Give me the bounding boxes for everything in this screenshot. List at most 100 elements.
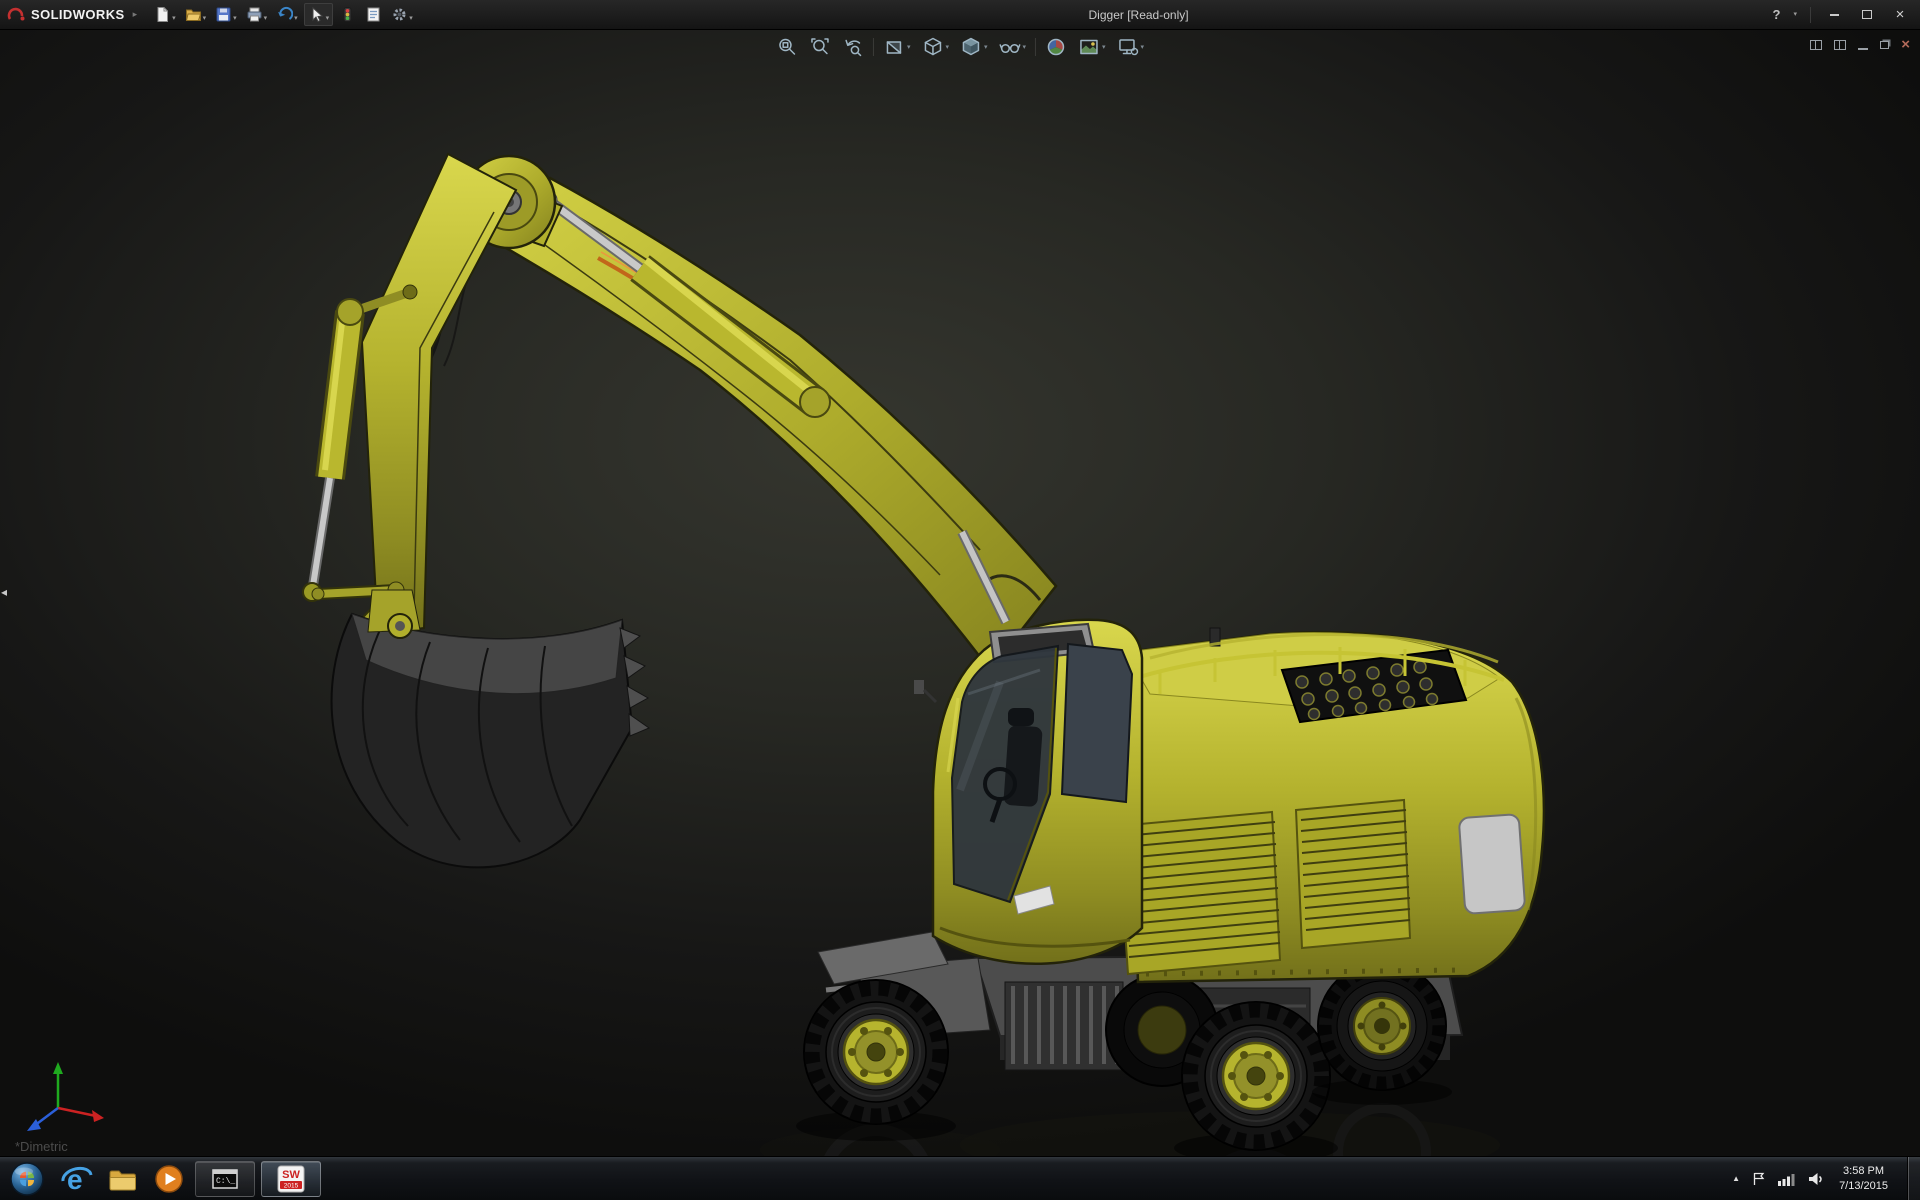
zoom-to-fit-icon: [779, 38, 796, 55]
taskbar-item-internet-explorer[interactable]: e: [54, 1157, 100, 1200]
taskbar: e C:\_ SW 2015 ▲ 3:58 PM 7/13/2015: [0, 1156, 1920, 1200]
wheel-rear-right[interactable]: [1312, 961, 1452, 1105]
select-button[interactable]: ▾: [303, 3, 334, 26]
taskbar-item-file-explorer[interactable]: [100, 1157, 146, 1200]
dropdown-arrow[interactable]: ▾: [907, 43, 911, 51]
toolbar-separator: [1035, 38, 1037, 56]
headsup-view-toolbar: ▾ ▾ ▾ ▾ ▾ ▾: [774, 35, 1146, 59]
maximize-button[interactable]: [1857, 6, 1877, 24]
network-icon[interactable]: [1777, 1171, 1796, 1187]
rebuild-button[interactable]: [336, 4, 359, 25]
view-orientation-button[interactable]: ▾: [919, 35, 951, 59]
taskbar-button-command-prompt[interactable]: C:\_: [195, 1160, 255, 1197]
save-icon: [216, 7, 231, 22]
divider: [1810, 6, 1811, 23]
tray-expand-button[interactable]: ▲: [1732, 1174, 1740, 1183]
dropdown-arrow[interactable]: ▾: [1023, 43, 1027, 51]
print-icon: [247, 7, 262, 22]
dropdown-arrow[interactable]: ▾: [409, 14, 413, 23]
view-settings-button[interactable]: ▾: [1115, 35, 1147, 59]
dropdown-arrow[interactable]: ▾: [294, 14, 298, 23]
apply-scene-button[interactable]: ▾: [1076, 35, 1108, 59]
cab[interactable]: [914, 618, 1144, 966]
clock-date: 7/13/2015: [1839, 1179, 1888, 1192]
section-view-icon: [886, 41, 902, 54]
dipper-arm[interactable]: [360, 152, 518, 636]
new-document-icon: [157, 7, 169, 22]
taskbar-item-media-player[interactable]: [146, 1157, 192, 1200]
dropdown-arrow[interactable]: ▾: [1102, 43, 1106, 51]
doc-close-button[interactable]: ×: [1901, 37, 1910, 52]
print-button[interactable]: ▾: [243, 4, 271, 25]
bucket[interactable]: [330, 589, 651, 869]
solidworks-logo: SOLIDWORKS ▸: [6, 6, 137, 24]
svg-text:SW: SW: [282, 1169, 300, 1181]
edit-appearance-icon: [1047, 38, 1065, 56]
dropdown-arrow[interactable]: ▾: [203, 14, 207, 23]
zoom-to-fit-button[interactable]: [774, 35, 800, 59]
doc-minimize-button[interactable]: [1858, 47, 1869, 50]
engine-housing[interactable]: [1116, 627, 1546, 984]
counterweight-panel[interactable]: [1458, 813, 1526, 915]
display-style-icon: [962, 37, 980, 56]
help-button[interactable]: ?: [1773, 7, 1781, 22]
dropdown-arrow[interactable]: ▾: [172, 14, 176, 23]
new-document-button[interactable]: ▾: [151, 4, 179, 25]
svg-text:C:\_: C:\_: [216, 1177, 235, 1186]
options-gear-icon: [393, 8, 406, 21]
system-tray: ▲ 3:58 PM 7/13/2015: [1732, 1156, 1920, 1200]
dropdown-arrow[interactable]: ▾: [233, 14, 237, 23]
brand-name: SOLIDWORKS: [31, 7, 125, 22]
view-orientation-cube-icon: [924, 37, 941, 56]
dropdown-arrow[interactable]: ▾: [984, 43, 988, 51]
command-prompt-icon: C:\_: [212, 1168, 238, 1189]
hide-show-items-button[interactable]: ▾: [997, 35, 1029, 59]
options-button[interactable]: ▾: [388, 4, 416, 25]
apply-scene-icon: [1080, 39, 1098, 55]
media-player-icon: [155, 1164, 183, 1193]
close-button[interactable]: ×: [1890, 6, 1910, 24]
help-dropdown-arrow[interactable]: ▾: [1793, 10, 1797, 19]
show-desktop-button[interactable]: [1907, 1156, 1920, 1200]
zoom-to-area-icon: [811, 38, 829, 55]
excavator-model[interactable]: [0, 30, 1920, 1156]
3ds-logo-icon: [7, 7, 25, 20]
display-style-button[interactable]: ▾: [958, 35, 990, 59]
volume-icon[interactable]: [1807, 1171, 1824, 1187]
dropdown-arrow[interactable]: ▾: [945, 43, 949, 51]
undo-button[interactable]: ▾: [273, 4, 301, 25]
start-button[interactable]: [0, 1157, 54, 1200]
split-pane-icon[interactable]: [1834, 39, 1847, 50]
side-window: [1060, 642, 1134, 804]
window-title: Digger [Read-only]: [1088, 7, 1189, 22]
section-view-button[interactable]: ▾: [881, 35, 913, 59]
brand-arrow[interactable]: ▸: [133, 9, 138, 20]
previous-view-icon: [845, 39, 862, 57]
doc-restore-button[interactable]: [1880, 40, 1890, 49]
save-button[interactable]: ▾: [212, 4, 240, 25]
close-icon: ×: [1895, 6, 1905, 23]
taskbar-button-solidworks-2015[interactable]: SW 2015: [261, 1160, 321, 1197]
file-properties-icon: [367, 7, 380, 22]
split-pane-icon[interactable]: [1810, 39, 1823, 50]
mirror: [914, 680, 924, 694]
edit-appearance-button[interactable]: [1043, 35, 1069, 59]
zoom-to-area-button[interactable]: [807, 35, 833, 59]
minimize-button[interactable]: [1824, 6, 1844, 24]
boom-arm[interactable]: [465, 176, 1058, 673]
open-button[interactable]: ▾: [182, 4, 210, 25]
view-settings-icon: [1118, 39, 1138, 56]
titlebar-toolbar: ▾ ▾ ▾ ▾ ▾ ▾ ▾: [151, 3, 416, 26]
featuremanager-flyout-arrow[interactable]: ◂: [1, 585, 7, 599]
dropdown-arrow[interactable]: ▾: [1141, 43, 1145, 51]
internet-explorer-icon: e: [61, 1164, 93, 1195]
dropdown-arrow[interactable]: ▾: [264, 14, 268, 23]
graphics-viewport[interactable]: ▾ ▾ ▾ ▾ ▾ ▾ × ◂ *Dimetric: [0, 30, 1920, 1156]
file-properties-button[interactable]: [362, 4, 385, 25]
previous-view-button[interactable]: [840, 35, 866, 59]
dropdown-arrow[interactable]: ▾: [326, 14, 330, 23]
action-center-flag-icon[interactable]: [1751, 1171, 1766, 1187]
taskbar-clock[interactable]: 3:58 PM 7/13/2015: [1839, 1164, 1888, 1193]
stick-hydraulic-cylinder[interactable]: [538, 190, 831, 418]
view-orientation-label: *Dimetric: [15, 1139, 68, 1154]
